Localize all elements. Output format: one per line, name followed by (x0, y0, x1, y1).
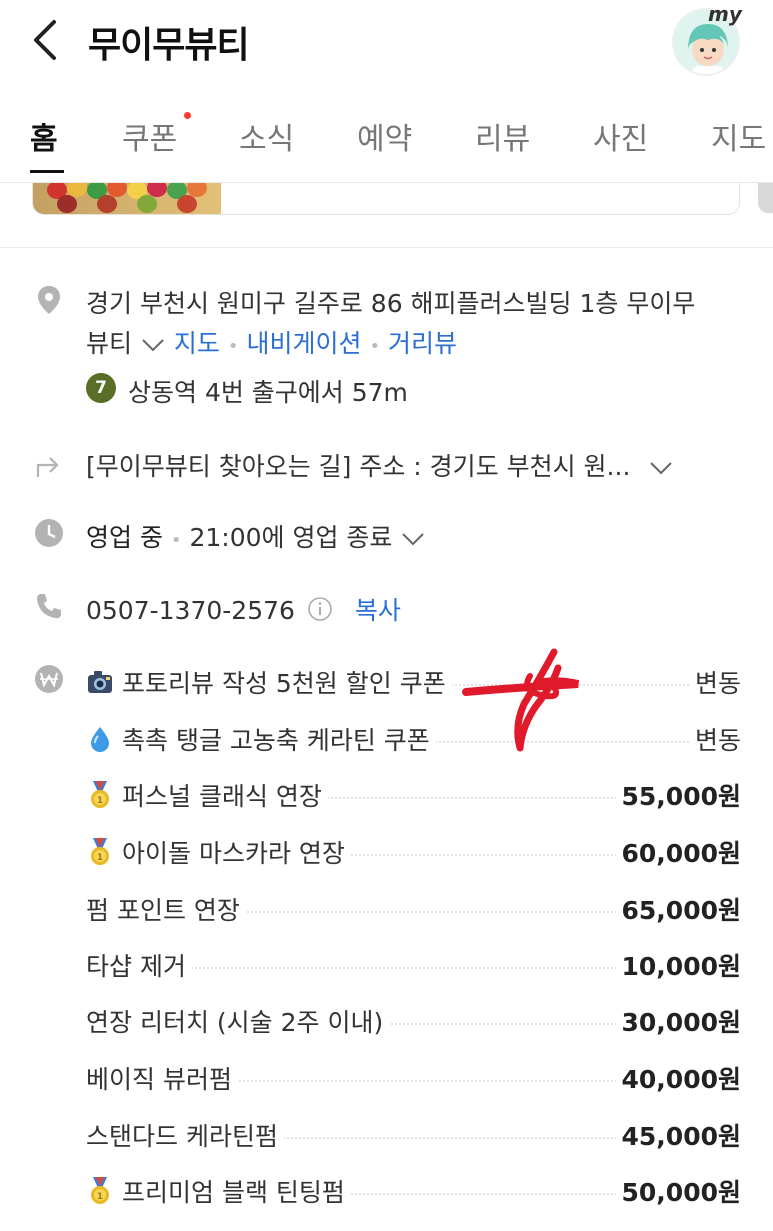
menu-item[interactable]: 1 아이돌 마스카라 연장 60,000원 (86, 830, 741, 870)
streetview-link[interactable]: 거리뷰 (388, 329, 457, 358)
tab-map[interactable]: 지도 (711, 114, 766, 158)
phone-number[interactable]: 0507-1370-2576 (86, 596, 295, 625)
phone-icon (34, 591, 64, 621)
menu-item-price: 45,000원 (615, 1117, 741, 1153)
gold-medal-icon: 1 (86, 838, 114, 866)
separator-dot: • (170, 530, 182, 551)
menu-item[interactable]: 1 프리미엄 블랙 틴팅펌 50,000원 (86, 1169, 741, 1209)
menu-item-name: 펌 포인트 연장 (86, 891, 246, 927)
menu-item[interactable]: 촉촉 탱글 고농축 케라틴 쿠폰 변동 (86, 717, 741, 757)
menu-item-price: 30,000원 (615, 1003, 741, 1039)
menu-item-price: 변동 (688, 721, 741, 757)
address-row-2: 뷰티 지도 • 내비게이션 • 거리뷰 (86, 324, 457, 360)
menu-item-name: 스탠다드 케라틴펌 (86, 1117, 284, 1153)
won-currency-icon (34, 664, 64, 694)
active-tab-indicator (30, 170, 64, 173)
divider (0, 247, 773, 248)
droplet-icon (86, 725, 114, 753)
location-pin-icon (34, 284, 64, 314)
menu-item-price: 10,000원 (615, 947, 741, 983)
menu-item-price: 55,000원 (615, 777, 741, 813)
menu-item-name: 베이직 뷰러펌 (86, 1060, 238, 1096)
menu-item-name: 아이돌 마스카라 연장 (122, 839, 345, 868)
subway-info: 상동역 4번 출구에서 57m (128, 378, 408, 407)
photo-strip[interactable] (32, 183, 740, 215)
map-link[interactable]: 지도 (174, 329, 220, 358)
phone-row: 0507-1370-2576 복사 (86, 591, 401, 628)
menu-item-price: 65,000원 (615, 891, 741, 927)
menu-item-name: 타샵 제거 (86, 947, 192, 983)
address-line-1: 경기 부천시 원미구 길주로 86 해피플러스빌딩 1층 무이무 (86, 289, 696, 318)
menu-item-price: 40,000원 (615, 1060, 741, 1096)
tab-home[interactable]: 홈 (30, 114, 58, 158)
back-arrow-icon[interactable] (28, 18, 64, 62)
hours-detail: 21:00에 영업 종료 (189, 523, 393, 552)
shop-photo[interactable] (33, 183, 221, 214)
next-card-edge (758, 183, 773, 213)
new-badge (184, 112, 191, 119)
menu-item-name: 퍼스널 클래식 연장 (122, 782, 322, 811)
directions-arrow-icon (34, 449, 64, 479)
hours-row[interactable]: 영업 중 • 21:00에 영업 종료 (86, 518, 426, 554)
tab-coupon[interactable]: 쿠폰 (122, 114, 177, 158)
menu-item[interactable]: 베이직 뷰러펌 40,000원 (86, 1056, 741, 1096)
separator-dot: • (227, 336, 239, 357)
chevron-down-icon[interactable] (400, 525, 426, 554)
tab-photo[interactable]: 사진 (593, 114, 648, 158)
red-annotation-mark (460, 648, 590, 758)
svg-text:1: 1 (97, 796, 103, 806)
top-bar: 무이무뷰티 my (0, 0, 773, 80)
menu-item-name: 연장 리터치 (시술 2주 이내) (86, 1003, 390, 1039)
separator-dot: • (369, 336, 381, 357)
menu-item[interactable]: 펌 포인트 연장 65,000원 (86, 887, 741, 927)
directions-row[interactable]: [무이무뷰티 찾아오는 길] 주소 : 경기도 부천시 원... (86, 447, 674, 483)
tab-bar: 홈 쿠폰 소식 예약 리뷰 사진 지도 (0, 100, 773, 173)
menu-item[interactable]: 1 퍼스널 클래식 연장 55,000원 (86, 773, 741, 813)
my-label: my (708, 2, 742, 26)
menu-item-price: 변동 (688, 664, 741, 700)
menu-item-price: 50,000원 (615, 1173, 741, 1209)
subway-line-badge: 7 (86, 373, 116, 403)
tab-review[interactable]: 리뷰 (475, 114, 530, 158)
directions-text: [무이무뷰티 찾아오는 길] 주소 : 경기도 부천시 원... (86, 452, 631, 481)
tab-reservation[interactable]: 예약 (357, 114, 412, 158)
menu-item[interactable]: 포토리뷰 작성 5천원 할인 쿠폰 변동 (86, 660, 741, 700)
clock-icon (34, 518, 64, 548)
menu-item-name: 촉촉 탱글 고농축 케라틴 쿠폰 (122, 726, 430, 755)
address-line-2: 뷰티 (86, 329, 133, 358)
chevron-down-icon[interactable] (648, 454, 674, 483)
tab-news[interactable]: 소식 (239, 114, 294, 158)
camera-icon (86, 668, 114, 696)
page-title: 무이무뷰티 (88, 25, 250, 66)
copy-button[interactable]: 복사 (355, 596, 401, 625)
navigation-link[interactable]: 내비게이션 (246, 329, 361, 358)
menu-item[interactable]: 연장 리터치 (시술 2주 이내) 30,000원 (86, 999, 741, 1039)
gold-medal-icon: 1 (86, 1177, 114, 1205)
svg-text:1: 1 (97, 1192, 103, 1202)
info-icon[interactable] (307, 596, 333, 628)
svg-text:1: 1 (97, 853, 103, 863)
chevron-down-icon[interactable] (140, 331, 166, 360)
menu-item[interactable]: 타샵 제거 10,000원 (86, 943, 741, 983)
menu-item-name: 프리미엄 블랙 틴팅펌 (122, 1178, 345, 1207)
hours-status: 영업 중 (86, 523, 163, 552)
menu-item-name: 포토리뷰 작성 5천원 할인 쿠폰 (122, 669, 446, 698)
menu-item-price: 60,000원 (615, 834, 741, 870)
gold-medal-icon: 1 (86, 781, 114, 809)
menu-item[interactable]: 스탠다드 케라틴펌 45,000원 (86, 1113, 741, 1153)
